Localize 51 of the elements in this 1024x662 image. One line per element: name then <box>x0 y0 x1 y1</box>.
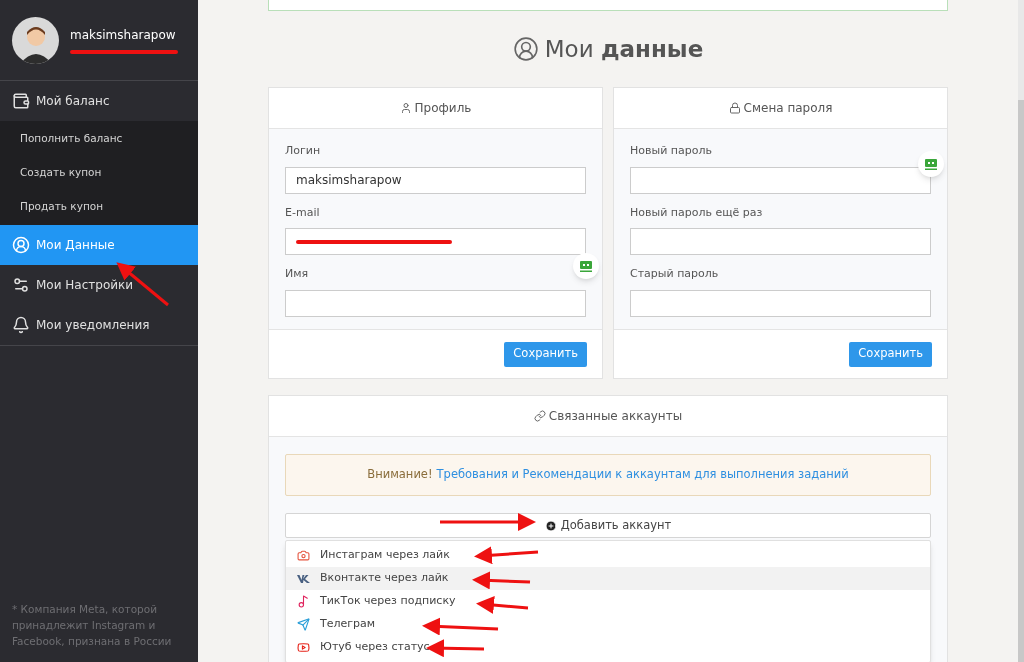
card-title: Профиль <box>414 100 472 117</box>
menu-item[interactable]: Телеграм <box>286 613 930 636</box>
field-label: E-mail <box>285 204 321 221</box>
input-field[interactable] <box>285 228 586 255</box>
annotation-arrow <box>472 571 531 590</box>
menu-item[interactable]: Вконтакте через лайк <box>286 567 930 590</box>
camera-icon <box>297 549 310 562</box>
annotation-arrow <box>474 546 539 565</box>
input-field[interactable] <box>630 289 931 317</box>
submenu-item[interactable]: Пополнить баланс <box>0 122 198 156</box>
vk-icon <box>297 574 310 583</box>
user-icon <box>512 36 539 62</box>
link-icon <box>533 410 546 422</box>
user-icon <box>399 102 412 114</box>
sidebar-item[interactable]: Мои Настройки <box>0 265 198 305</box>
input-field[interactable] <box>630 166 931 194</box>
page-title: Мои данные <box>544 34 704 64</box>
card-title: Связанные аккаунты <box>548 408 683 425</box>
plus-icon <box>544 519 557 532</box>
menu-item[interactable]: ТикТок через подписку <box>286 590 930 613</box>
play-icon <box>297 641 310 654</box>
sidebar-item[interactable]: Мои уведомления <box>0 305 198 345</box>
robot-icon[interactable] <box>573 253 599 279</box>
menu-item[interactable]: Ютуб через статус <box>286 636 930 659</box>
scrollbar[interactable] <box>1018 0 1024 662</box>
bell-icon <box>12 316 30 334</box>
annotation-arrow <box>476 596 529 614</box>
field-label: Новый пароль ещё раз <box>630 204 764 221</box>
field-label: Логин <box>285 143 322 159</box>
sidebar-item[interactable]: Мой баланс <box>0 81 198 121</box>
field-label: Старый пароль <box>630 266 720 282</box>
paper-plane-icon <box>297 618 310 631</box>
input-field[interactable]: maksimsharapow <box>285 166 586 194</box>
field-label: Новый пароль <box>630 143 713 159</box>
lock-icon <box>728 102 741 114</box>
input-field[interactable] <box>630 228 931 255</box>
card-title: Смена пароля <box>743 100 833 117</box>
footnote: * Компания Meta, которой принадлежит Instagram и Facebook, признана в России <box>11 602 173 649</box>
notice-label: Внимание! <box>367 466 433 484</box>
menu-item[interactable]: Инстаграм через лайк <box>286 544 930 567</box>
avatar <box>12 16 59 64</box>
note-icon <box>297 595 310 608</box>
submenu-item[interactable]: Продать купон <box>0 190 198 224</box>
robot-icon[interactable] <box>918 151 944 177</box>
user-name: maksimsharapow <box>70 27 177 44</box>
submenu-item[interactable]: Создать купон <box>0 156 198 190</box>
add-account-button[interactable]: Добавить аккаунт <box>285 513 931 538</box>
user-icon <box>12 236 30 254</box>
input-field[interactable] <box>285 289 586 317</box>
field-label: Имя <box>285 266 310 282</box>
wallet-icon <box>12 92 30 110</box>
